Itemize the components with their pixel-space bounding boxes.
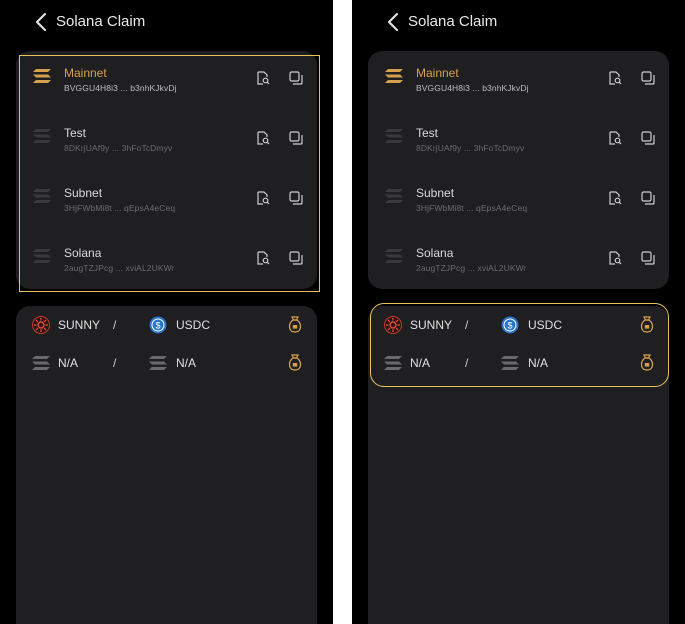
pair-row-sunny-usdc[interactable]: SUNNY / $ USDC bbox=[16, 306, 317, 344]
network-name: Mainnet bbox=[416, 66, 459, 80]
token-b-label: N/A bbox=[176, 356, 197, 370]
copy-icon[interactable] bbox=[289, 191, 303, 205]
token-pair-list: SUNNY / $ USDC N/A / N/A bbox=[16, 306, 317, 624]
network-name: Subnet bbox=[64, 186, 103, 200]
token-b-label: USDC bbox=[176, 318, 211, 332]
document-search-icon[interactable] bbox=[256, 251, 270, 265]
copy-icon[interactable] bbox=[641, 131, 655, 145]
money-bag-icon[interactable] bbox=[639, 353, 655, 371]
network-address: BVGGU4H8i3 ... b3nhKJkvDj bbox=[416, 83, 529, 93]
token-pair-list: SUNNY / $ USDC N/A / N/A bbox=[368, 306, 669, 624]
document-search-icon[interactable] bbox=[608, 71, 622, 85]
copy-icon[interactable] bbox=[641, 71, 655, 85]
network-item-solana[interactable]: Solana 2augTZJPcg ... xviAL2UKWr bbox=[368, 231, 669, 291]
network-name: Test bbox=[416, 126, 439, 140]
network-address: 2augTZJPcg ... xviAL2UKWr bbox=[416, 263, 527, 273]
network-address: 3HjFWbMi8t ... qEpsA4eCeq bbox=[64, 203, 176, 213]
copy-icon[interactable] bbox=[641, 251, 655, 265]
network-name: Solana bbox=[64, 246, 102, 260]
network-item-solana[interactable]: Solana 2augTZJPcg ... xviAL2UKWr bbox=[16, 231, 317, 291]
network-item-mainnet[interactable]: Mainnet BVGGU4H8i3 ... b3nhKJkvDj bbox=[16, 51, 317, 111]
pair-separator: / bbox=[113, 356, 117, 370]
pair-separator: / bbox=[113, 318, 117, 332]
solana-logo-icon bbox=[385, 129, 403, 143]
page-title: Solana Claim bbox=[408, 13, 498, 30]
token-a-label: N/A bbox=[410, 356, 431, 370]
pair-separator: / bbox=[465, 356, 469, 370]
document-search-icon[interactable] bbox=[608, 131, 622, 145]
money-bag-icon[interactable] bbox=[287, 315, 303, 333]
solana-logo-icon bbox=[33, 69, 51, 83]
right-screen: Solana Claim Mainnet BVGGU4H8i3 ... b3nh… bbox=[352, 0, 685, 624]
network-address: BVGGU4H8i3 ... b3nhKJkvDj bbox=[64, 83, 177, 93]
copy-icon[interactable] bbox=[289, 251, 303, 265]
pair-row-sunny-usdc[interactable]: SUNNY / $ USDC bbox=[368, 306, 669, 344]
sunny-logo-icon bbox=[384, 316, 402, 334]
token-a-label: SUNNY bbox=[410, 318, 453, 332]
network-item-test[interactable]: Test 8DKrjUAf9y ... 3hFoTcDmyv bbox=[16, 111, 317, 171]
document-search-icon[interactable] bbox=[256, 191, 270, 205]
page-title: Solana Claim bbox=[56, 13, 146, 30]
network-item-test[interactable]: Test 8DKrjUAf9y ... 3hFoTcDmyv bbox=[368, 111, 669, 171]
token-a-label: SUNNY bbox=[58, 318, 101, 332]
chevron-left-icon[interactable] bbox=[34, 12, 50, 32]
network-name: Mainnet bbox=[64, 66, 107, 80]
svg-text:$: $ bbox=[155, 321, 160, 331]
network-item-subnet[interactable]: Subnet 3HjFWbMi8t ... qEpsA4eCeq bbox=[368, 171, 669, 231]
pair-row-na-na[interactable]: N/A / N/A bbox=[368, 344, 669, 382]
money-bag-icon[interactable] bbox=[639, 315, 655, 333]
solana-logo-icon bbox=[33, 129, 51, 143]
sunny-logo-icon bbox=[32, 316, 50, 334]
network-list: Mainnet BVGGU4H8i3 ... b3nhKJkvDj Test 8… bbox=[368, 51, 669, 289]
network-address: 2augTZJPcg ... xviAL2UKWr bbox=[64, 263, 175, 273]
usdc-logo-icon: $ bbox=[501, 316, 519, 334]
token-b-label: USDC bbox=[528, 318, 563, 332]
left-screen: Solana Claim Mainnet BVGGU4H8i3 ... b3nh… bbox=[0, 0, 333, 624]
solana-logo-icon bbox=[385, 189, 403, 203]
network-name: Test bbox=[64, 126, 87, 140]
copy-icon[interactable] bbox=[289, 71, 303, 85]
token-b-label: N/A bbox=[528, 356, 549, 370]
svg-text:$: $ bbox=[507, 321, 512, 331]
usdc-logo-icon: $ bbox=[149, 316, 167, 334]
document-search-icon[interactable] bbox=[256, 131, 270, 145]
solana-logo-icon bbox=[384, 356, 402, 370]
network-item-subnet[interactable]: Subnet 3HjFWbMi8t ... qEpsA4eCeq bbox=[16, 171, 317, 231]
network-list: Mainnet BVGGU4H8i3 ... b3nhKJkvDj Test 8… bbox=[16, 51, 317, 289]
copy-icon[interactable] bbox=[641, 191, 655, 205]
solana-logo-icon bbox=[385, 69, 403, 83]
network-address: 3HjFWbMi8t ... qEpsA4eCeq bbox=[416, 203, 528, 213]
solana-logo-icon bbox=[501, 356, 519, 370]
document-search-icon[interactable] bbox=[256, 71, 270, 85]
network-address: 8DKrjUAf9y ... 3hFoTcDmyv bbox=[416, 143, 525, 153]
document-search-icon[interactable] bbox=[608, 191, 622, 205]
pair-separator: / bbox=[465, 318, 469, 332]
money-bag-icon[interactable] bbox=[287, 353, 303, 371]
network-address: 8DKrjUAf9y ... 3hFoTcDmyv bbox=[64, 143, 173, 153]
network-name: Subnet bbox=[416, 186, 455, 200]
document-search-icon[interactable] bbox=[608, 251, 622, 265]
header: Solana Claim bbox=[352, 6, 685, 38]
solana-logo-icon bbox=[33, 249, 51, 263]
token-a-label: N/A bbox=[58, 356, 79, 370]
chevron-left-icon[interactable] bbox=[386, 12, 402, 32]
copy-icon[interactable] bbox=[289, 131, 303, 145]
solana-logo-icon bbox=[32, 356, 50, 370]
network-name: Solana bbox=[416, 246, 454, 260]
network-item-mainnet[interactable]: Mainnet BVGGU4H8i3 ... b3nhKJkvDj bbox=[368, 51, 669, 111]
pair-row-na-na[interactable]: N/A / N/A bbox=[16, 344, 317, 382]
solana-logo-icon bbox=[33, 189, 51, 203]
header: Solana Claim bbox=[0, 6, 333, 38]
solana-logo-icon bbox=[385, 249, 403, 263]
solana-logo-icon bbox=[149, 356, 167, 370]
